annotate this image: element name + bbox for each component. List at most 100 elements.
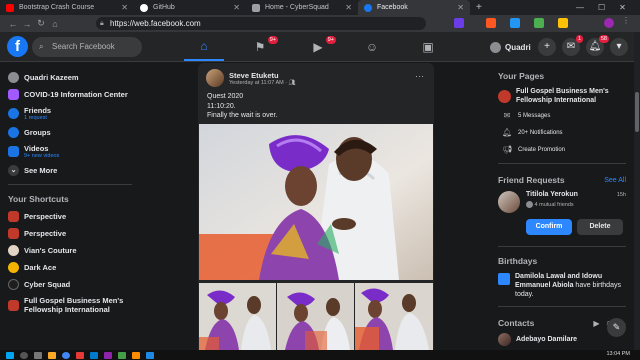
tab-bootstrap[interactable]: Bootstrap Crash Course ✕ (0, 0, 134, 15)
forward-icon[interactable]: → (20, 19, 34, 29)
avatar (498, 333, 511, 346)
shortcut-label: Vian's Couture (24, 246, 77, 255)
video-call-icon[interactable]: ▶ (593, 319, 599, 328)
see-more-button[interactable]: ⌄ See More (0, 162, 140, 179)
home-nav-icon[interactable]: ⌂ (184, 32, 224, 61)
watch-nav-icon[interactable]: ▶ 9+ (298, 32, 338, 61)
url-field[interactable]: 🔒︎ https://web.facebook.com (96, 17, 426, 30)
sidebar-item-profile[interactable]: Quadri Kazeem (0, 69, 140, 86)
vscode-icon[interactable] (90, 351, 98, 359)
profile-name: Quadri (505, 42, 531, 52)
chrome-icon[interactable] (62, 351, 70, 359)
maximize-icon[interactable]: ☐ (598, 3, 605, 12)
post-header: Steve Etuketu Yesterday at 11:07 AM · 👥︎… (198, 63, 434, 90)
gaming-nav-icon[interactable]: ▣ (408, 32, 448, 61)
shortcut-item[interactable]: Vian's Couture (0, 242, 140, 259)
extension-icon[interactable] (454, 18, 464, 28)
post-photo-thumbnail[interactable] (355, 283, 433, 350)
sidebar-item-videos[interactable]: Videos 9+ new videos (0, 141, 140, 162)
new-message-icon[interactable]: ✎ (607, 318, 626, 337)
mutual-friends[interactable]: 4 mutual friends (535, 202, 574, 208)
more-options-icon[interactable]: ··· (415, 71, 424, 81)
friends-audience-icon: 👥︎ (288, 79, 296, 86)
groups-icon (8, 127, 19, 138)
friends-icon (8, 108, 19, 119)
friend-requests-header: Friend Requests See All (490, 169, 634, 189)
close-icon[interactable]: ✕ (121, 3, 128, 12)
tab-facebook[interactable]: Facebook ✕ (358, 0, 470, 15)
file-explorer-icon[interactable] (48, 351, 56, 359)
shortcut-item[interactable]: Perspective (0, 225, 140, 242)
sidebar-item-friends[interactable]: Friends 1 request (0, 103, 140, 124)
home-icon[interactable]: ⌂ (48, 19, 62, 29)
app-icon[interactable] (104, 351, 112, 359)
tab-github[interactable]: GitHub ✕ (134, 0, 246, 15)
facebook-logo[interactable]: f (7, 36, 28, 57)
page-name: Full Gospel Business Men's Fellowship In… (516, 88, 609, 104)
notifications-icon[interactable]: 🔔︎ 58 (586, 35, 609, 56)
close-icon[interactable]: ✕ (345, 3, 352, 12)
avatar[interactable] (206, 69, 224, 87)
tab-label: Facebook (377, 4, 408, 11)
extension-icon[interactable] (534, 18, 544, 28)
friend-request: Titilola Yerokun 4 mutual friends 15h (490, 189, 634, 215)
birthday-notice[interactable]: Damilola Lawal and Idowu Emmanuel Abiola… (490, 270, 634, 301)
youtube-icon (6, 3, 14, 12)
create-promotion-link[interactable]: 📢︎ Create Promotion (490, 141, 634, 158)
app-icon[interactable] (132, 351, 140, 359)
close-window-icon[interactable]: ✕ (619, 3, 626, 12)
post-timestamp[interactable]: Yesterday at 11:07 AM · (229, 80, 289, 86)
minimize-icon[interactable]: — (576, 3, 584, 12)
sidebar-item-label: Quadri Kazeem (24, 73, 79, 82)
extension-icon[interactable] (558, 18, 568, 28)
shortcut-item[interactable]: Dark Ace (0, 259, 140, 276)
search-input[interactable]: ⌕ Search Facebook (32, 37, 142, 57)
avatar[interactable] (498, 191, 520, 213)
requester-name[interactable]: Titilola Yerokun (526, 191, 578, 198)
sidebar-item-groups[interactable]: Groups (0, 124, 140, 141)
app-icon[interactable] (118, 351, 126, 359)
start-icon[interactable] (6, 351, 14, 359)
reload-icon[interactable]: ↻ (34, 18, 48, 29)
back-icon[interactable]: ← (6, 19, 20, 29)
close-icon[interactable]: ✕ (457, 3, 464, 12)
post-author[interactable]: Steve Etuketu (229, 71, 296, 80)
page-item[interactable]: Full Gospel Business Men's Fellowship In… (490, 85, 634, 107)
app-icon[interactable] (76, 351, 84, 359)
birthdays-title: Birthdays (498, 256, 538, 266)
profile-avatar-icon[interactable] (604, 18, 614, 28)
profile-chip[interactable]: Quadri (490, 38, 531, 56)
task-view-icon[interactable] (34, 351, 42, 359)
tab-cybersquad[interactable]: Home - CyberSquad ✕ (246, 0, 358, 15)
search-icon[interactable] (20, 351, 28, 359)
account-menu-icon[interactable]: ▾ (610, 38, 628, 56)
divider (498, 246, 626, 247)
page-notifications-link[interactable]: 🔔︎ 20+ Notifications (490, 124, 634, 141)
shortcut-item[interactable]: Perspective (0, 208, 140, 225)
menu-icon[interactable]: ⋮ (622, 16, 632, 26)
page-messages-link[interactable]: ✉ 5 Messages (490, 107, 634, 124)
post-photo-thumbnail[interactable] (199, 283, 276, 350)
action-label: 20+ Notifications (518, 129, 563, 136)
close-icon[interactable]: ✕ (233, 3, 240, 12)
see-all-link[interactable]: See All (604, 177, 626, 184)
sidebar-item-covid[interactable]: COVID-19 Information Center (0, 86, 140, 103)
extension-icon[interactable] (510, 18, 520, 28)
scrollbar[interactable] (634, 32, 640, 350)
confirm-button[interactable]: Confirm (526, 219, 572, 235)
delete-button[interactable]: Delete (577, 219, 623, 235)
groups-nav-icon[interactable]: ☺ (352, 32, 392, 61)
messenger-icon[interactable]: ✉ 1 (562, 35, 583, 56)
app-icon[interactable] (146, 351, 154, 359)
post-photo[interactable] (199, 124, 433, 280)
scrollbar-thumb[interactable] (635, 92, 639, 132)
shortcut-item[interactable]: Full Gospel Business Men's Fellowship In… (0, 293, 140, 317)
create-icon[interactable]: + (538, 38, 556, 56)
shortcut-item[interactable]: Cyber Squad (0, 276, 140, 293)
mutual-friends-avatar (526, 201, 533, 208)
pages-nav-icon[interactable]: ⚑ 9+ (240, 32, 280, 61)
new-tab-button[interactable]: + (470, 0, 484, 15)
post-photo-thumbnail[interactable] (277, 283, 354, 350)
extension-icon[interactable] (486, 18, 496, 28)
taskbar-clock[interactable]: 13:04 PM (606, 351, 630, 357)
